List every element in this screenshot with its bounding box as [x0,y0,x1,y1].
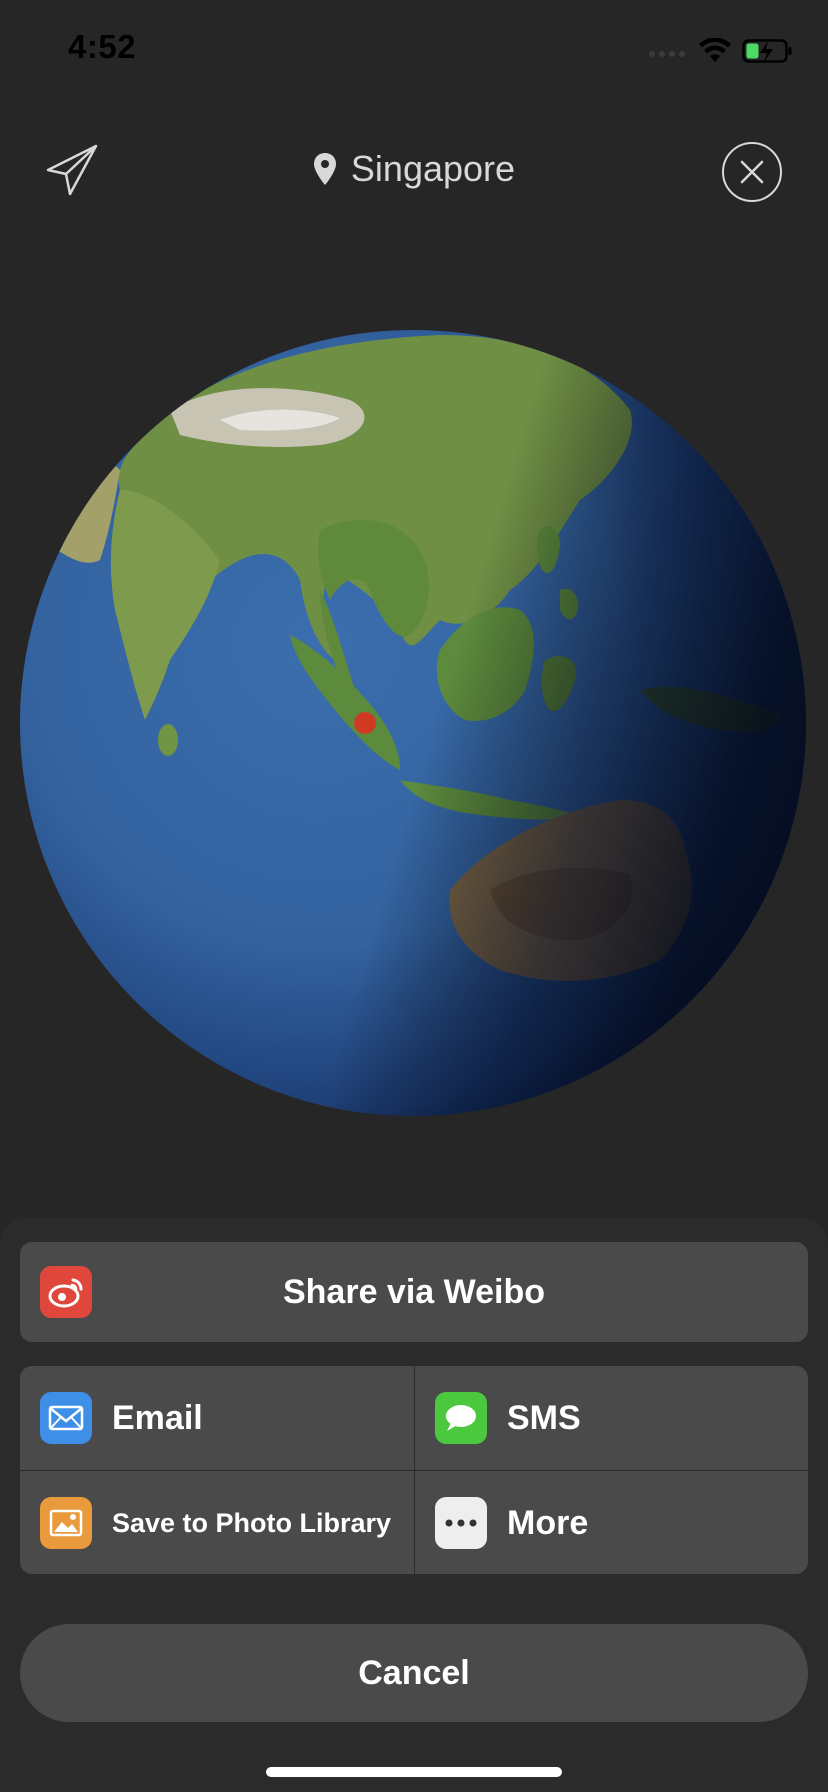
mail-icon [40,1392,92,1444]
wifi-icon [699,38,731,62]
home-indicator[interactable] [266,1767,562,1777]
share-email-label: Email [112,1399,203,1437]
share-save-photo-button[interactable]: Save to Photo Library [20,1470,414,1574]
status-icons [648,36,794,66]
globe-map[interactable] [20,330,806,1116]
photo-icon [40,1497,92,1549]
battery-charging-icon [742,39,792,63]
location-marker [354,712,376,734]
share-save-photo-label: Save to Photo Library [112,1508,392,1538]
share-options-grid: Email SMS Save to Photo Library More [20,1366,808,1574]
message-bubble-icon [435,1392,487,1444]
share-email-button[interactable]: Email [20,1366,414,1470]
close-button[interactable] [722,142,782,202]
cancel-button[interactable]: Cancel [20,1624,808,1722]
share-more-button[interactable]: More [414,1470,808,1574]
share-weibo-label: Share via Weibo [282,1273,546,1311]
location-label: Singapore [350,148,516,189]
screen: 4:52 Singapore Share via Weibo Email SMS… [0,0,828,1792]
share-sms-button[interactable]: SMS [414,1366,808,1470]
location-title: Singapore [0,148,828,190]
share-sms-label: SMS [507,1399,581,1437]
location-pin-icon [313,153,336,185]
more-dots-icon [435,1497,487,1549]
share-sheet: Share via Weibo Email SMS Save to Photo … [0,1218,828,1792]
share-weibo-button[interactable]: Share via Weibo [20,1242,808,1342]
weibo-icon [40,1266,92,1318]
status-time: 4:52 [68,28,137,65]
share-more-label: More [507,1504,589,1542]
cellular-signal-icon [649,51,685,57]
close-icon [740,160,764,184]
status-bar: 4:52 [0,0,828,100]
